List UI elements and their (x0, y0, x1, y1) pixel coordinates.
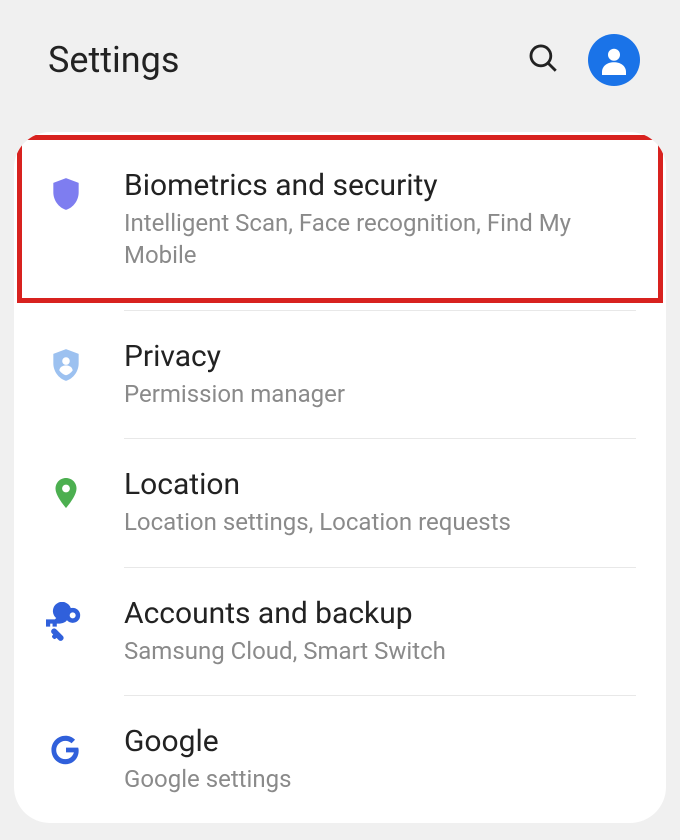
item-title: Location (124, 467, 636, 502)
header-actions (526, 34, 640, 86)
item-title: Biometrics and security (124, 168, 636, 203)
item-content: Privacy Permission manager (124, 339, 636, 410)
list-item-biometrics[interactable]: Biometrics and security Intelligent Scan… (14, 132, 666, 310)
item-subtitle: Intelligent Scan, Face recognition, Find… (124, 207, 636, 272)
item-subtitle: Google settings (124, 763, 636, 795)
avatar[interactable] (588, 34, 640, 86)
item-subtitle: Location settings, Location requests (124, 506, 636, 538)
item-title: Google (124, 724, 636, 759)
item-content: Location Location settings, Location req… (124, 467, 636, 538)
shield-person-icon (44, 343, 88, 387)
search-icon[interactable] (526, 41, 560, 79)
pin-icon (44, 471, 88, 515)
google-icon (44, 728, 88, 772)
shield-icon (44, 172, 88, 216)
item-title: Privacy (124, 339, 636, 374)
item-subtitle: Permission manager (124, 378, 636, 410)
item-title: Accounts and backup (124, 596, 636, 631)
key-icon (44, 600, 88, 644)
list-item-privacy[interactable]: Privacy Permission manager (14, 311, 666, 438)
item-subtitle: Samsung Cloud, Smart Switch (124, 635, 636, 667)
settings-list: Biometrics and security Intelligent Scan… (14, 132, 666, 823)
list-item-accounts[interactable]: Accounts and backup Samsung Cloud, Smart… (14, 568, 666, 695)
item-content: Accounts and backup Samsung Cloud, Smart… (124, 596, 636, 667)
list-item-location[interactable]: Location Location settings, Location req… (14, 439, 666, 566)
item-content: Biometrics and security Intelligent Scan… (124, 168, 636, 272)
page-title: Settings (48, 39, 179, 81)
header: Settings (0, 0, 680, 120)
list-item-google[interactable]: Google Google settings (14, 696, 666, 823)
item-content: Google Google settings (124, 724, 636, 795)
